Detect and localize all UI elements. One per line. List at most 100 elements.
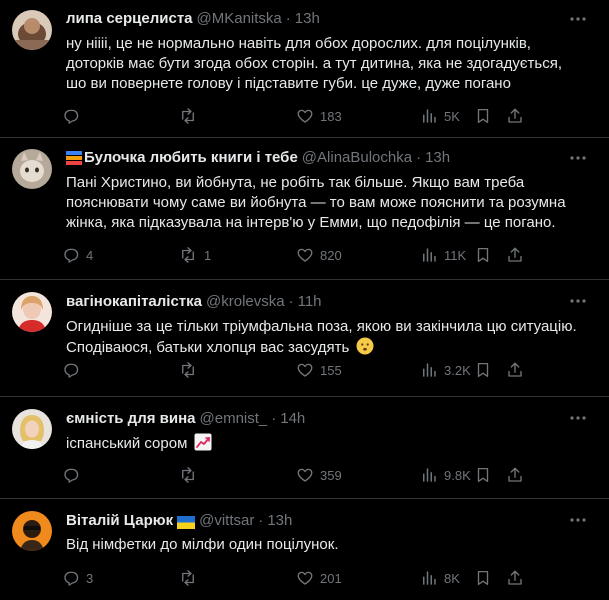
display-name[interactable]: Віталій Царюк [66, 511, 173, 531]
view-count: 8K [444, 570, 460, 586]
share-icon [508, 108, 522, 123]
more-options-icon[interactable] [569, 511, 587, 529]
username[interactable]: @emnist_ [200, 409, 268, 429]
tweet-body: Огидніше за це тільки тріумфальна поза, … [66, 317, 597, 358]
display-name[interactable]: липа серцелиста [66, 9, 193, 29]
retweet-icon [182, 108, 194, 124]
tweet[interactable]: липа серцелиста @MKanitska · 13h ну нііі… [0, 0, 609, 138]
share-button[interactable] [506, 568, 524, 588]
more-options-icon[interactable] [569, 292, 587, 310]
reply-button[interactable] [62, 360, 86, 380]
avatar[interactable] [12, 511, 52, 551]
tweet-actions: 4 1 820 11K [0, 245, 609, 265]
timestamp[interactable]: 13h [295, 9, 320, 29]
bookmark-button[interactable] [474, 360, 492, 380]
reply-button[interactable]: 3 [62, 568, 93, 588]
separator-dot: · [258, 512, 264, 529]
bookmark-button[interactable] [474, 568, 492, 588]
avatar[interactable] [12, 292, 52, 332]
share-button[interactable] [506, 245, 524, 265]
bookmark-button[interactable] [474, 106, 492, 126]
timestamp[interactable]: 13h [425, 148, 450, 168]
more-options-icon[interactable] [569, 149, 587, 167]
views-button[interactable]: 3.2K [420, 360, 471, 380]
tweet-header: вагінокапіталістка @krolevska · 11h [66, 280, 597, 312]
like-button[interactable]: 201 [296, 568, 342, 588]
share-button[interactable] [506, 465, 524, 485]
retweet-button[interactable] [178, 465, 204, 485]
display-name[interactable]: Булочка любить книги і тебе [84, 148, 298, 168]
tweet-body: іспанський сором [66, 433, 597, 454]
reply-icon [64, 468, 79, 483]
heart-icon [297, 468, 313, 482]
view-count: 11K [444, 247, 467, 263]
bookmark-icon [477, 108, 489, 124]
username[interactable]: @vittsar [199, 511, 254, 531]
reply-button[interactable] [62, 465, 86, 485]
views-icon [423, 109, 436, 123]
reply-icon [64, 571, 79, 586]
books-icon [66, 151, 82, 165]
username[interactable]: @krolevska [206, 292, 285, 312]
username[interactable]: @AlinaBulochka [302, 148, 412, 168]
retweet-icon [182, 570, 194, 586]
timestamp[interactable]: 13h [267, 511, 292, 531]
username[interactable]: @MKanitska [197, 9, 282, 29]
display-name[interactable]: вагінокапіталістка [66, 292, 202, 312]
more-options-icon[interactable] [569, 10, 587, 28]
retweet-button[interactable] [178, 568, 204, 588]
tweet[interactable]: Булочка любить книги і тебе @AlinaBuloch… [0, 138, 609, 280]
tweet[interactable]: ємність для вина @emnist_ · 14h іспанськ… [0, 397, 609, 499]
reply-count: 3 [86, 570, 94, 586]
display-name[interactable]: ємність для вина [66, 409, 196, 429]
tweet-text: Огидніше за це тільки тріумфальна поза, … [66, 318, 577, 356]
retweet-button[interactable]: 1 [178, 245, 211, 265]
tweet-actions: 3 201 8K [0, 568, 609, 588]
retweet-icon [182, 467, 194, 483]
bookmark-icon [477, 247, 489, 263]
retweet-icon [182, 247, 194, 263]
timestamp[interactable]: 14h [280, 409, 305, 429]
views-icon [423, 468, 436, 482]
reply-icon [64, 248, 79, 263]
views-button[interactable]: 5K [420, 106, 460, 126]
views-icon [423, 363, 436, 377]
avatar[interactable] [12, 409, 52, 449]
views-icon [423, 248, 436, 262]
views-button[interactable]: 9.8K [420, 465, 471, 485]
heart-icon [297, 248, 313, 262]
share-button[interactable] [506, 360, 524, 380]
avatar[interactable] [12, 10, 52, 50]
heart-icon [297, 109, 313, 123]
reply-icon [64, 363, 79, 378]
share-icon [508, 247, 522, 262]
bookmark-button[interactable] [474, 465, 492, 485]
like-button[interactable]: 359 [296, 465, 342, 485]
tweet-text: Пані Христино, ви йобнута, не робіть так… [66, 174, 566, 231]
tweet-text: іспанський сором [66, 435, 188, 452]
ukraine-flag-icon [177, 515, 196, 529]
views-button[interactable]: 8K [420, 568, 460, 588]
retweet-button[interactable] [178, 106, 204, 126]
more-options-icon[interactable] [569, 409, 587, 427]
views-button[interactable]: 11K [420, 245, 466, 265]
reply-count: 4 [86, 247, 94, 263]
retweet-button[interactable] [178, 360, 204, 380]
reply-button[interactable]: 4 [62, 245, 93, 265]
tweet-actions: 359 9.8K [0, 465, 609, 485]
like-count: 155 [320, 362, 342, 378]
bookmark-button[interactable] [474, 245, 492, 265]
like-button[interactable]: 183 [296, 106, 342, 126]
like-button[interactable]: 155 [296, 360, 342, 380]
tweet[interactable]: Віталій Царюк @vittsar · 13h Від німфетк… [0, 499, 609, 600]
share-button[interactable] [506, 106, 524, 126]
tweet-text: ну ніііі, це не нормально навіть для обо… [66, 35, 562, 92]
separator-dot: · [285, 10, 291, 27]
view-count: 9.8K [444, 467, 471, 483]
reply-button[interactable] [62, 106, 86, 126]
like-button[interactable]: 820 [296, 245, 342, 265]
tweet-actions: 183 5K [0, 106, 609, 126]
avatar[interactable] [12, 149, 52, 189]
tweet[interactable]: вагінокапіталістка @krolevska · 11h Огид… [0, 280, 609, 397]
timestamp[interactable]: 11h [298, 292, 322, 312]
